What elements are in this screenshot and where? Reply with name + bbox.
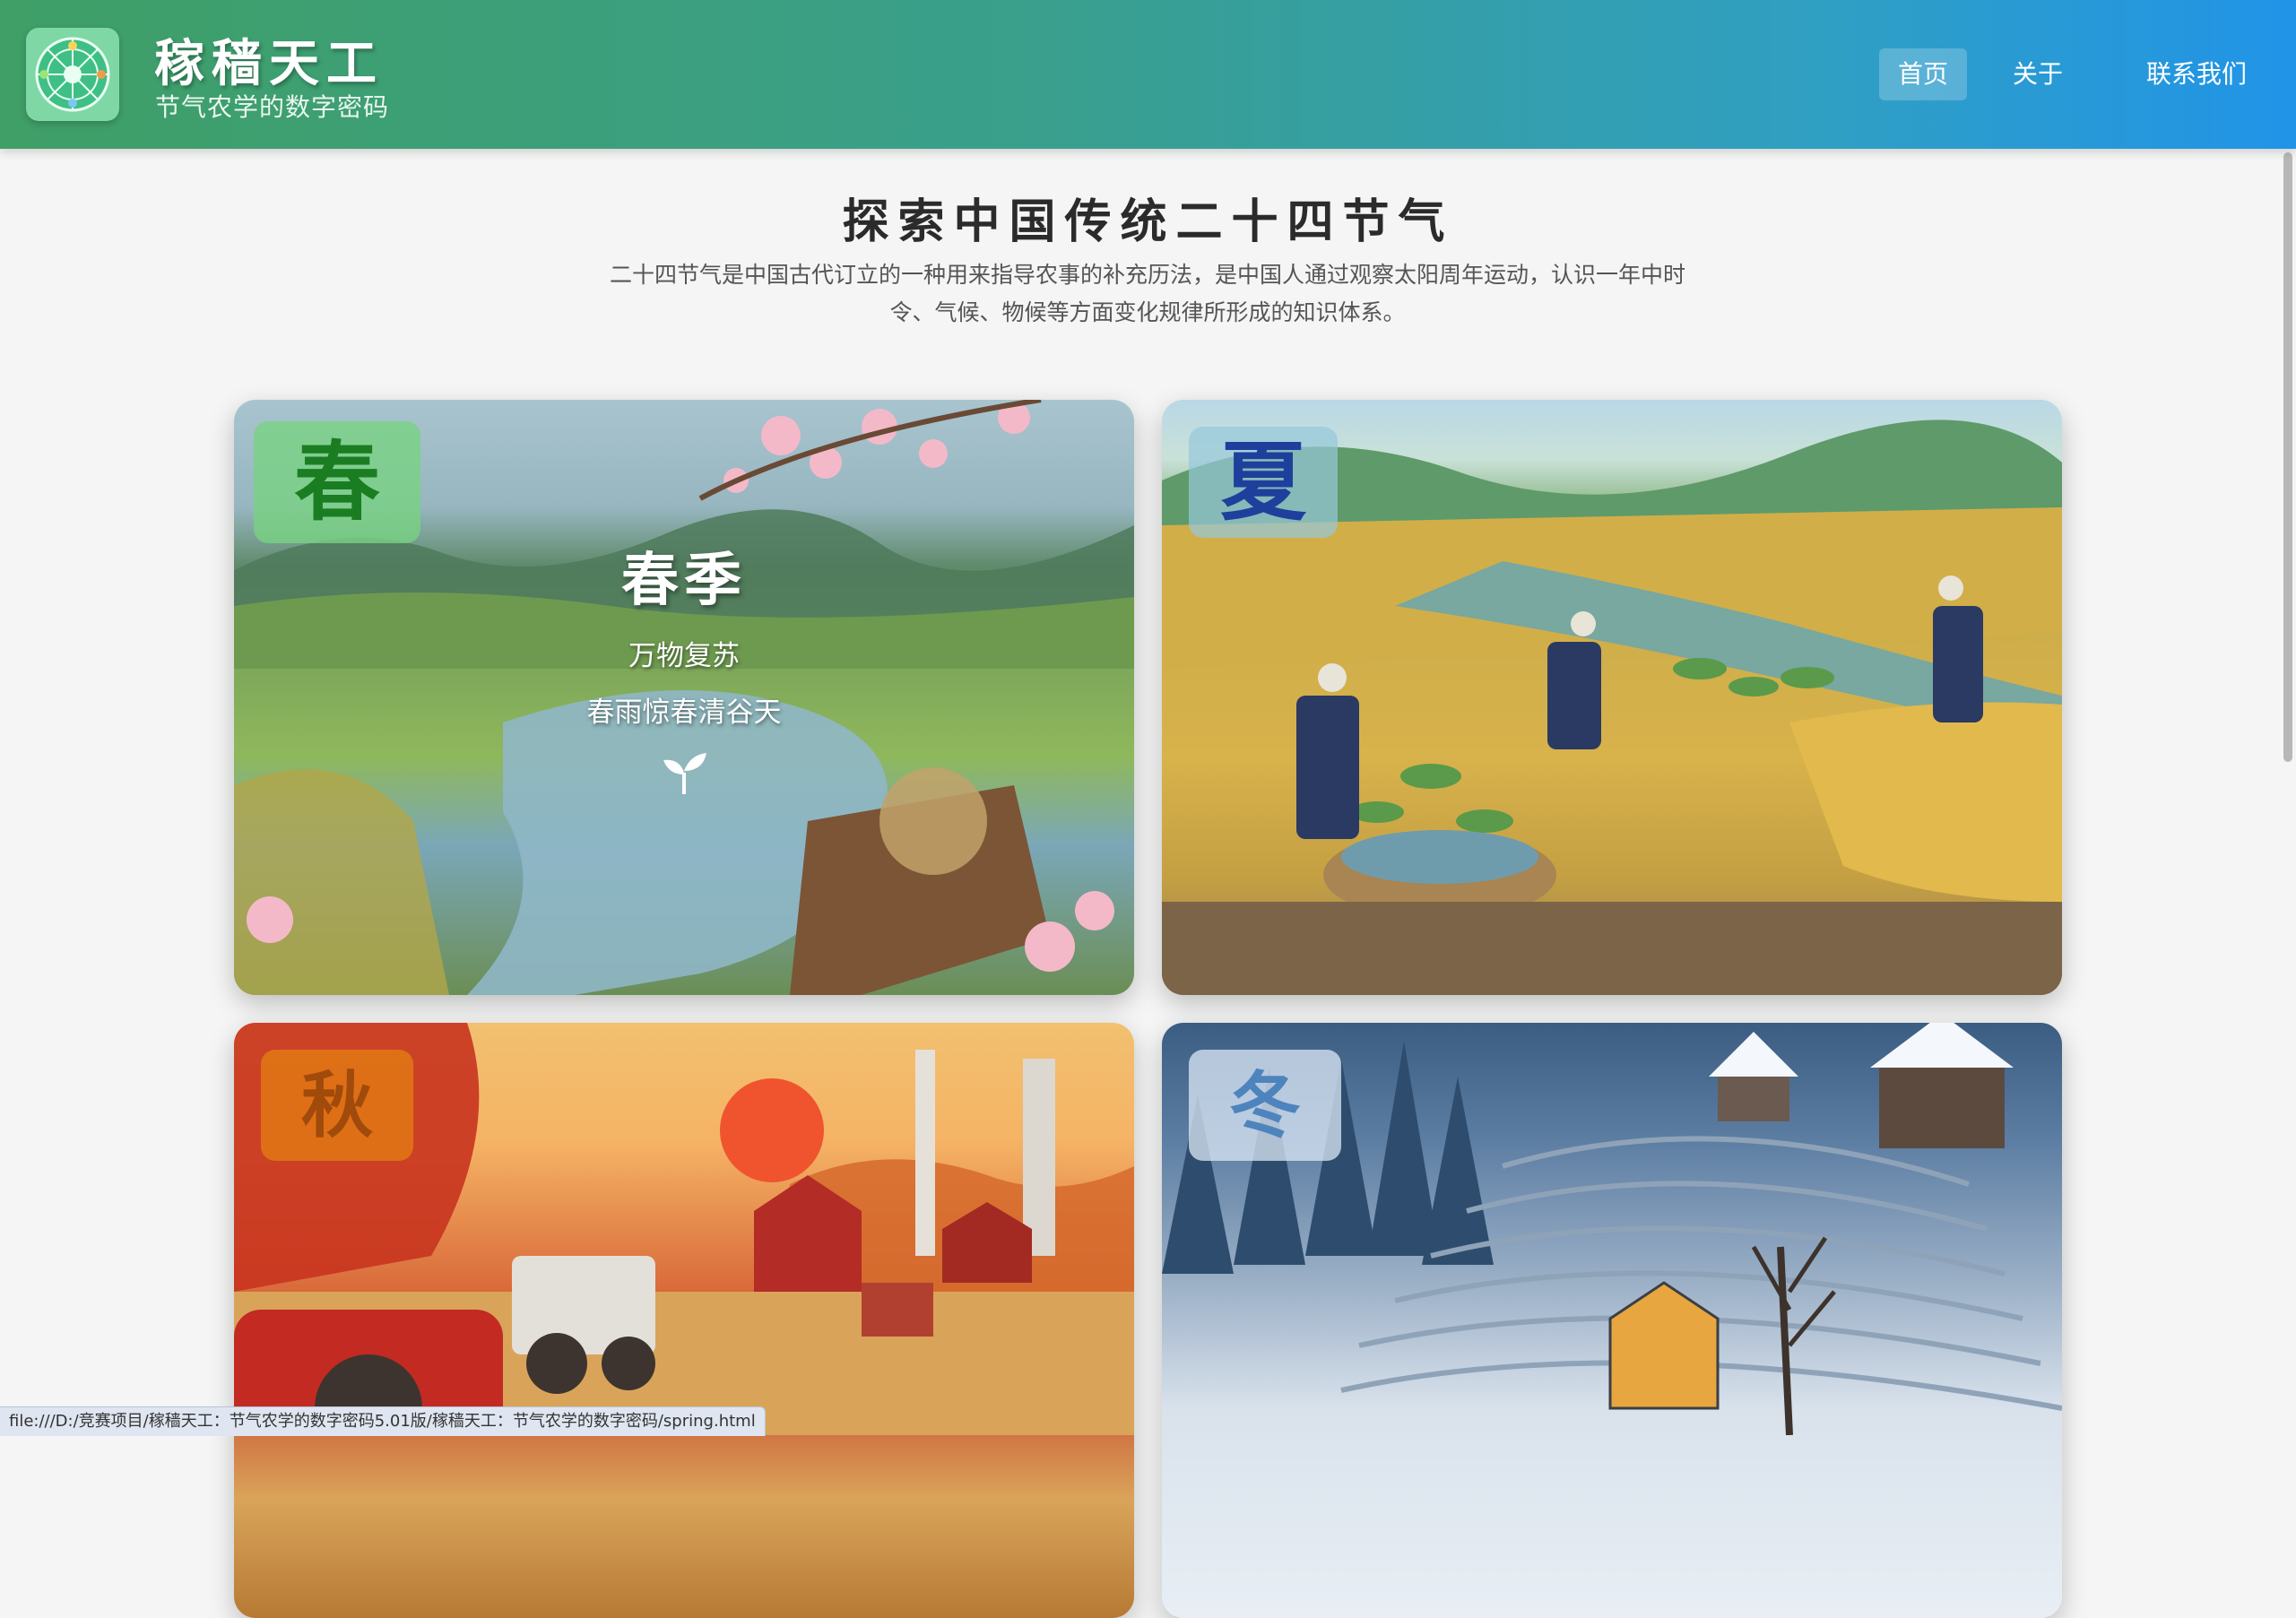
site-logo[interactable] bbox=[26, 28, 119, 121]
solar-term-wheel-icon bbox=[35, 37, 110, 112]
brand-title: 稼穑天工 bbox=[154, 34, 384, 93]
page-title: 探索中国传统二十四节气 bbox=[842, 195, 1454, 249]
season-badge-autumn: 秋 bbox=[261, 1050, 413, 1161]
brand-subtitle: 节气农学的数字密码 bbox=[155, 92, 390, 122]
season-card-autumn[interactable]: 秋 bbox=[234, 1023, 1134, 1618]
spring-overlay: 春季 万物复苏 春雨惊春清谷天 bbox=[234, 534, 1134, 801]
top-header: 稼穑天工 节气农学的数字密码 首页 关于 联系我们 bbox=[0, 0, 2296, 149]
season-badge-winter: 冬 bbox=[1189, 1050, 1341, 1161]
nav-about[interactable]: 关于 bbox=[2002, 48, 2074, 100]
page-scrollbar[interactable] bbox=[2278, 0, 2296, 1435]
nav-contact[interactable]: 联系我们 bbox=[2120, 48, 2273, 100]
season-slogan: 万物复苏 bbox=[628, 640, 740, 672]
season-solar-terms: 春雨惊春清谷天 bbox=[586, 697, 782, 729]
season-card-summer[interactable]: 夏 bbox=[1162, 400, 2062, 995]
season-name: 春季 bbox=[621, 547, 747, 614]
sprout-icon bbox=[660, 749, 708, 801]
scrollbar-thumb[interactable] bbox=[2283, 152, 2292, 762]
season-badge-summer: 夏 bbox=[1189, 427, 1338, 538]
season-badge-spring: 春 bbox=[254, 421, 420, 543]
season-card-spring[interactable]: 春 春季 万物复苏 春雨惊春清谷天 bbox=[234, 400, 1134, 995]
link-status-bar: file:///D:/竞赛项目/稼穑天工：节气农学的数字密码5.01版/稼穑天工… bbox=[0, 1406, 766, 1436]
season-card-winter[interactable]: 冬 bbox=[1162, 1023, 2062, 1618]
nav-home[interactable]: 首页 bbox=[1879, 48, 1967, 100]
page-description: 二十四节气是中国古代订立的一种用来指导农事的补充历法，是中国人通过观察太阳周年运… bbox=[610, 262, 1686, 325]
main-nav: 首页 关于 联系我们 bbox=[1806, 48, 2273, 100]
